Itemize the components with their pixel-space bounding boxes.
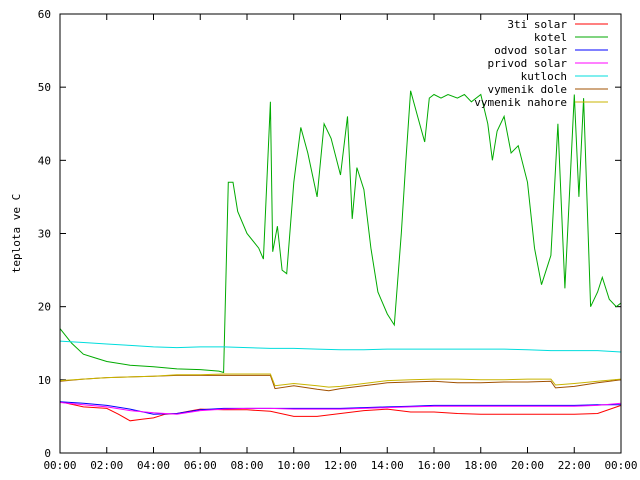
x-tick-label: 08:00 xyxy=(230,459,263,472)
y-tick-label: 10 xyxy=(38,374,51,387)
legend-label: vymenik dole xyxy=(488,83,567,96)
legend-label: kotel xyxy=(534,31,567,44)
x-tick-label: 18:00 xyxy=(464,459,497,472)
y-axis-title: teplota ve C xyxy=(10,194,23,273)
legend-label: privod solar xyxy=(488,57,568,70)
legend-label: odvod solar xyxy=(494,44,567,57)
y-tick-label: 40 xyxy=(38,154,51,167)
x-tick-label: 06:00 xyxy=(184,459,217,472)
line-chart: teplota ve C 010203040506000:00 02:00 04:0… xyxy=(0,0,640,480)
x-tick-label: 00:00 xyxy=(604,459,637,472)
x-tick-label: 04:00 xyxy=(137,459,170,472)
x-tick-label: 16:00 xyxy=(417,459,450,472)
legend-label: kutloch xyxy=(521,70,567,83)
x-tick-label: 00:00 xyxy=(43,459,76,472)
x-tick-label: 02:00 xyxy=(90,459,123,472)
y-tick-label: 20 xyxy=(38,301,51,314)
y-tick-label: 60 xyxy=(38,8,51,21)
x-tick-label: 14:00 xyxy=(371,459,404,472)
legend-label: 3ti solar xyxy=(507,18,567,31)
y-tick-label: 30 xyxy=(38,228,51,241)
y-axis-title-group: teplota ve C xyxy=(10,194,23,273)
x-tick-label: 20:00 xyxy=(511,459,544,472)
legend-label: vymenik nahore xyxy=(474,96,567,109)
y-tick-label: 50 xyxy=(38,81,51,94)
x-tick-label: 22:00 xyxy=(558,459,591,472)
x-tick-label: 10:00 xyxy=(277,459,310,472)
x-tick-label: 12:00 xyxy=(324,459,357,472)
